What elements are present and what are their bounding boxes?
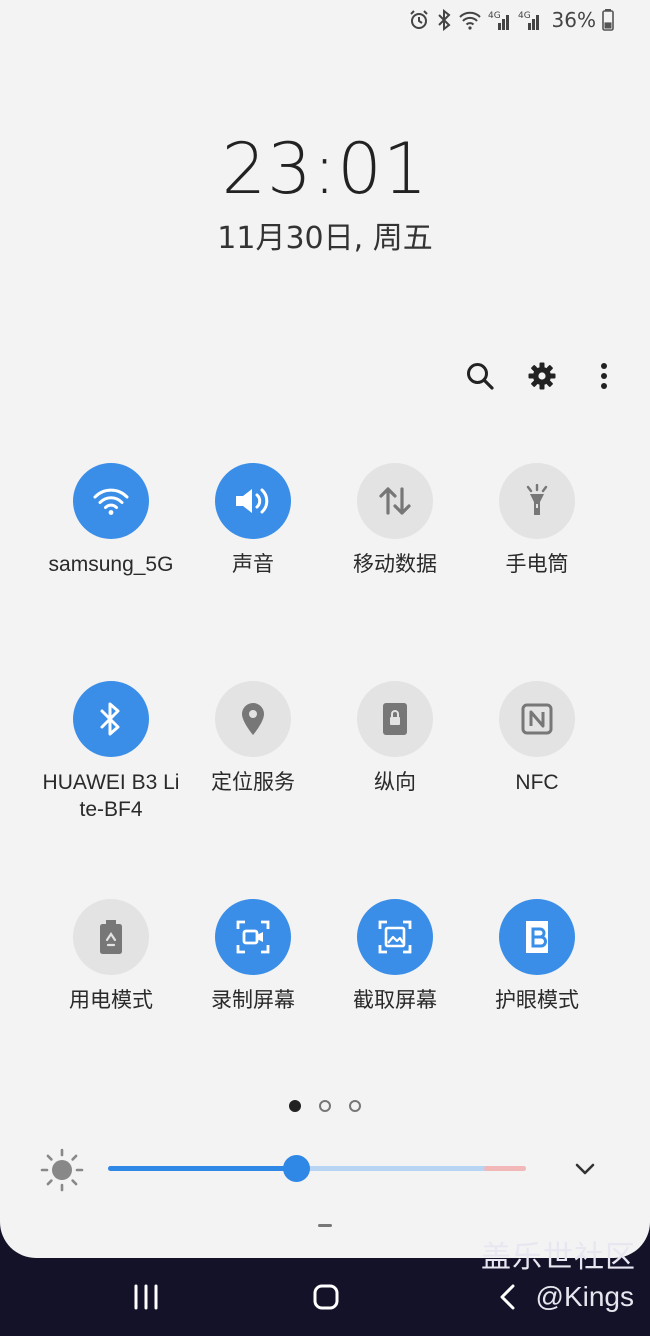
drag-handle[interactable] — [318, 1224, 332, 1227]
tile-toggle[interactable] — [73, 899, 149, 975]
recent-apps-icon — [134, 1284, 158, 1310]
signal-4g-icon: 4G — [488, 9, 512, 31]
tile-toggle[interactable] — [215, 681, 291, 757]
bluetooth-icon — [436, 9, 452, 31]
svg-text:4G: 4G — [518, 11, 531, 21]
home-icon — [313, 1284, 339, 1310]
navigation-bar: @Kings — [0, 1258, 650, 1336]
more-vertical-icon — [601, 363, 607, 389]
tile-toggle[interactable] — [499, 899, 575, 975]
portrait-lock-icon — [383, 703, 407, 735]
tile-label: samsung_5G — [48, 553, 174, 576]
tile-wifi[interactable]: samsung_5G — [40, 463, 182, 578]
chevron-down-icon — [575, 1163, 595, 1175]
tile-sound[interactable]: 声音 — [182, 463, 324, 578]
screen-record-icon — [236, 920, 270, 954]
tile-toggle[interactable] — [357, 681, 433, 757]
brightness-slider[interactable] — [108, 1155, 526, 1182]
tile-eye-comfort[interactable]: 护眼模式 — [466, 899, 608, 1014]
watermark-handle: @Kings — [535, 1281, 634, 1312]
quick-panel: 4G 4G 36% 23:01 11月30日, 周五 samsung_5G 声音… — [0, 0, 650, 1258]
page-indicator — [0, 1100, 650, 1112]
tile-label: 用电模式 — [69, 989, 153, 1012]
blue-light-filter-icon — [526, 921, 548, 953]
volume-icon — [236, 488, 269, 514]
search-icon — [467, 363, 494, 390]
brightness-thumb[interactable] — [283, 1155, 311, 1182]
tile-nfc[interactable]: NFC — [466, 681, 608, 796]
screenshot-icon — [378, 920, 412, 954]
svg-text:4G: 4G — [488, 11, 501, 21]
tile-toggle[interactable] — [499, 463, 575, 539]
bluetooth-icon — [100, 702, 120, 736]
wifi-icon — [93, 488, 129, 515]
back-button[interactable] — [498, 1284, 518, 1314]
tile-label: NFC — [515, 771, 559, 794]
data-transfer-icon — [379, 487, 411, 515]
battery-percent: 36% — [551, 8, 596, 32]
status-bar: 4G 4G 36% — [408, 8, 614, 32]
tile-orientation[interactable]: 纵向 — [324, 681, 466, 796]
location-icon — [242, 703, 264, 735]
tile-label: 护眼模式 — [495, 989, 579, 1012]
flashlight-icon — [526, 484, 548, 515]
tile-label: 纵向 — [374, 771, 416, 794]
battery-saver-icon — [100, 920, 122, 954]
tile-label: 声音 — [232, 553, 274, 576]
signal-4g-icon: 4G — [518, 9, 542, 31]
tile-power-mode[interactable]: 用电模式 — [40, 899, 182, 1014]
wifi-icon — [458, 10, 482, 30]
search-button[interactable] — [464, 356, 496, 396]
tile-toggle[interactable] — [215, 463, 291, 539]
tile-toggle[interactable] — [357, 899, 433, 975]
page-dot[interactable] — [349, 1100, 361, 1112]
sun-icon — [40, 1148, 84, 1196]
gear-icon — [528, 362, 556, 390]
home-button[interactable] — [313, 1284, 339, 1314]
panel-actions — [464, 356, 620, 396]
lock-date: 11月30日, 周五 — [217, 221, 433, 256]
battery-icon — [602, 9, 614, 31]
tile-label: 截取屏幕 — [353, 989, 437, 1012]
tile-label: 录制屏幕 — [211, 989, 295, 1012]
tile-mobile-data[interactable]: 移动数据 — [324, 463, 466, 578]
back-icon — [500, 1284, 515, 1310]
tile-toggle[interactable] — [73, 681, 149, 757]
tile-toggle[interactable] — [499, 681, 575, 757]
recent-apps-button[interactable] — [132, 1284, 160, 1314]
nfc-icon — [521, 703, 553, 735]
tile-toggle[interactable] — [73, 463, 149, 539]
page-dot[interactable] — [289, 1100, 301, 1112]
tile-bluetooth[interactable]: HUAWEI B3 Lite-BF4 — [40, 681, 182, 823]
page-dot[interactable] — [319, 1100, 331, 1112]
tile-label: 手电筒 — [505, 553, 569, 576]
tile-toggle[interactable] — [215, 899, 291, 975]
more-options-button[interactable] — [588, 356, 620, 396]
tile-location[interactable]: 定位服务 — [182, 681, 324, 796]
tile-label: 移动数据 — [353, 553, 437, 576]
brightness-high-zone — [484, 1166, 526, 1171]
tile-flashlight[interactable]: 手电筒 — [466, 463, 608, 578]
alarm-icon — [408, 9, 430, 31]
settings-button[interactable] — [526, 356, 558, 396]
tile-screenshot[interactable]: 截取屏幕 — [324, 899, 466, 1014]
tile-label: 定位服务 — [211, 771, 295, 794]
expand-button[interactable] — [572, 1156, 598, 1186]
tile-toggle[interactable] — [357, 463, 433, 539]
tile-screen-record[interactable]: 录制屏幕 — [182, 899, 324, 1014]
lock-clock: 23:01 — [221, 128, 429, 210]
tile-label: HUAWEI B3 Lite-BF4 — [42, 771, 180, 821]
brightness-fill — [108, 1166, 297, 1171]
